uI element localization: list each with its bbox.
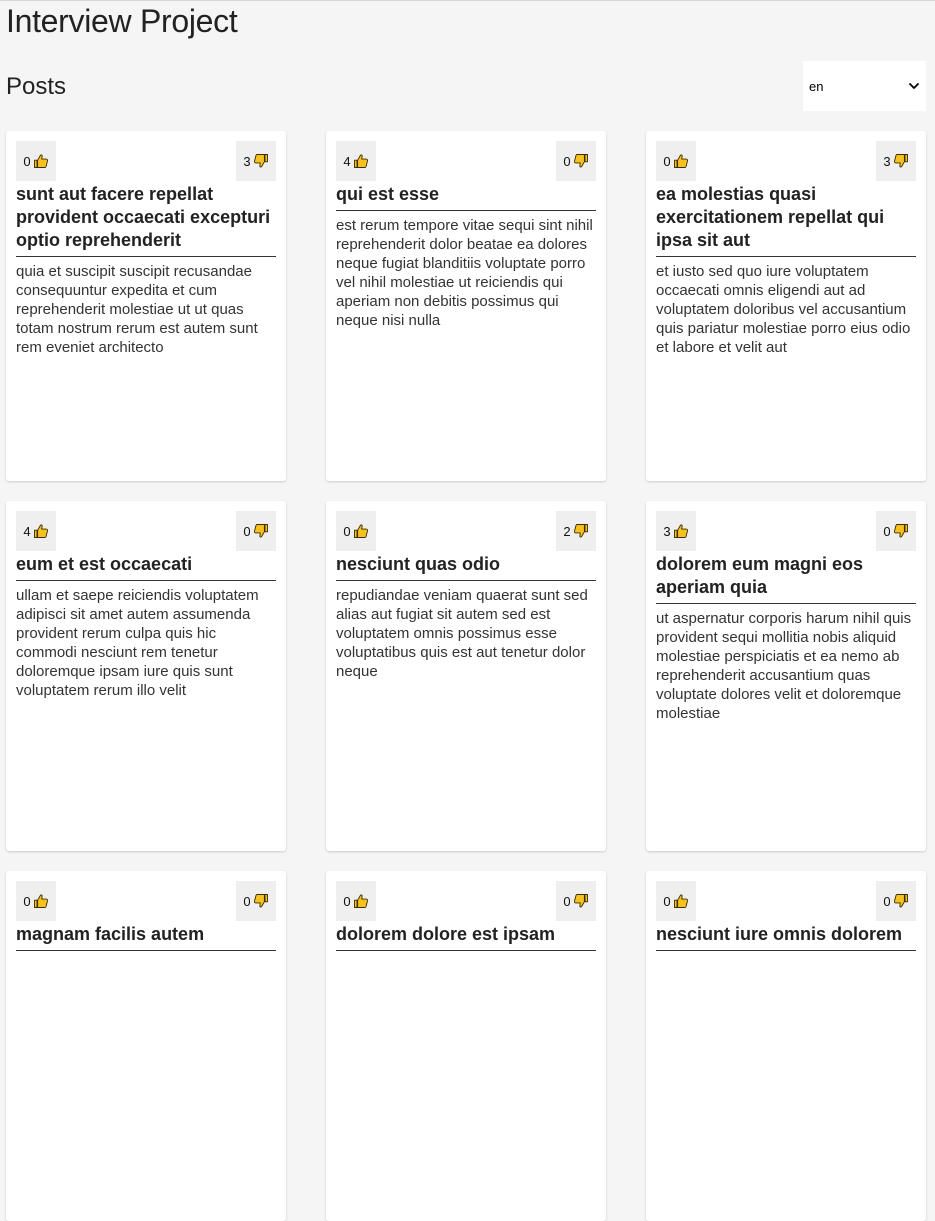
dislike-count: 0 [243,893,251,909]
post-card: 0 3 sunt aut facere repellat provident occ… [6,131,286,481]
like-count: 0 [343,523,351,539]
post-card: 0 0 magnam facilis autem [6,871,286,1221]
thumbs-down-icon [893,153,909,169]
like-button[interactable]: 4 [16,511,56,551]
dislike-count: 3 [243,153,251,169]
dislike-count: 3 [883,153,891,169]
like-count: 0 [663,153,671,169]
dislike-button[interactable]: 0 [236,881,276,921]
chevron-down-icon [909,83,919,89]
like-count: 0 [23,893,31,909]
dislike-count: 0 [883,893,891,909]
vote-row: 40 [336,141,596,181]
post-title: sunt aut facere repellat provident occae… [16,183,276,257]
thumbs-up-icon [353,523,369,539]
post-title: magnam facilis autem [16,923,276,951]
dislike-count: 0 [563,893,571,909]
like-count: 0 [663,893,671,909]
thumbs-up-icon [353,893,369,909]
like-count: 0 [23,153,31,169]
vote-row: 02 [336,511,596,551]
post-title: dolorem eum magni eos aperiam quia [656,553,916,604]
dislike-count: 0 [563,153,571,169]
dislike-button[interactable]: 0 [876,881,916,921]
dislike-button[interactable]: 0 [556,141,596,181]
thumbs-up-icon [33,893,49,909]
thumbs-down-icon [253,893,269,909]
thumbs-up-icon [353,153,369,169]
post-body: ut aspernatur corporis harum nihil quis … [656,610,912,722]
post-title: ea molestias quasi exercitationem repell… [656,183,916,257]
posts-grid: 0 3 sunt aut facere repellat provident occ… [6,131,926,1221]
thumbs-down-icon [893,523,909,539]
post-card: 0 2 nesciunt quas odio repudiandae veniam q… [326,501,606,851]
like-count: 4 [23,523,31,539]
like-button[interactable]: 0 [336,881,376,921]
post-body: et iusto sed quo iure voluptatem occaeca… [656,263,911,356]
language-select[interactable]: en [803,61,926,111]
thumbs-up-icon [673,523,689,539]
post-title: dolorem dolore est ipsam [336,923,596,951]
post-title: qui est esse [336,183,596,211]
dislike-button[interactable]: 2 [556,511,596,551]
like-count: 3 [663,523,671,539]
like-button[interactable]: 4 [336,141,376,181]
dislike-count: 2 [563,523,571,539]
post-card: 0 0 dolorem dolore est ipsam [326,871,606,1221]
post-card: 4 0 eum et est occaecati ullam et saepe rei… [6,501,286,851]
post-title: nesciunt quas odio [336,553,596,581]
dislike-count: 0 [883,523,891,539]
post-card: 4 0 qui est esse est rerum tempore vitae se… [326,131,606,481]
thumbs-up-icon [673,153,689,169]
vote-row: 00 [16,881,276,921]
post-title: nesciunt iure omnis dolorem [656,923,916,951]
dislike-button[interactable]: 0 [236,511,276,551]
dislike-button[interactable]: 0 [556,881,596,921]
vote-row: 30 [656,511,916,551]
like-button[interactable]: 0 [656,881,696,921]
like-button[interactable]: 3 [656,511,696,551]
post-body: ullam et saepe reiciendis voluptatem adi… [16,587,259,699]
thumbs-up-icon [33,523,49,539]
dislike-button[interactable]: 3 [876,141,916,181]
like-button[interactable]: 0 [656,141,696,181]
post-body: quia et suscipit suscipit recusandae con… [16,263,258,356]
post-title: eum et est occaecati [16,553,276,581]
thumbs-down-icon [253,523,269,539]
thumbs-down-icon [573,153,589,169]
like-count: 4 [343,153,351,169]
thumbs-down-icon [573,893,589,909]
language-select-value: en [809,78,824,94]
like-button[interactable]: 0 [16,141,56,181]
dislike-button[interactable]: 3 [236,141,276,181]
thumbs-down-icon [573,523,589,539]
post-body: est rerum tempore vitae sequi sint nihil… [336,217,593,329]
vote-row: 03 [656,141,916,181]
like-button[interactable]: 0 [16,881,56,921]
thumbs-up-icon [33,153,49,169]
page-title: Interview Project [6,3,238,39]
post-body: repudiandae veniam quaerat sunt sed alia… [336,587,588,680]
like-button[interactable]: 0 [336,511,376,551]
vote-row: 40 [16,511,276,551]
post-card: 3 0 dolorem eum magni eos aperiam quia ut a… [646,501,926,851]
vote-row: 03 [16,141,276,181]
thumbs-down-icon [253,153,269,169]
dislike-button[interactable]: 0 [876,511,916,551]
thumbs-down-icon [893,893,909,909]
posts-header: Posts en [6,61,926,111]
post-card: 0 3 ea molestias quasi exercitationem repe… [646,131,926,481]
vote-row: 00 [336,881,596,921]
like-count: 0 [343,893,351,909]
thumbs-up-icon [673,893,689,909]
posts-heading: Posts [6,73,67,100]
post-card: 0 0 nesciunt iure omnis dolorem [646,871,926,1221]
vote-row: 00 [656,881,916,921]
dislike-count: 0 [243,523,251,539]
